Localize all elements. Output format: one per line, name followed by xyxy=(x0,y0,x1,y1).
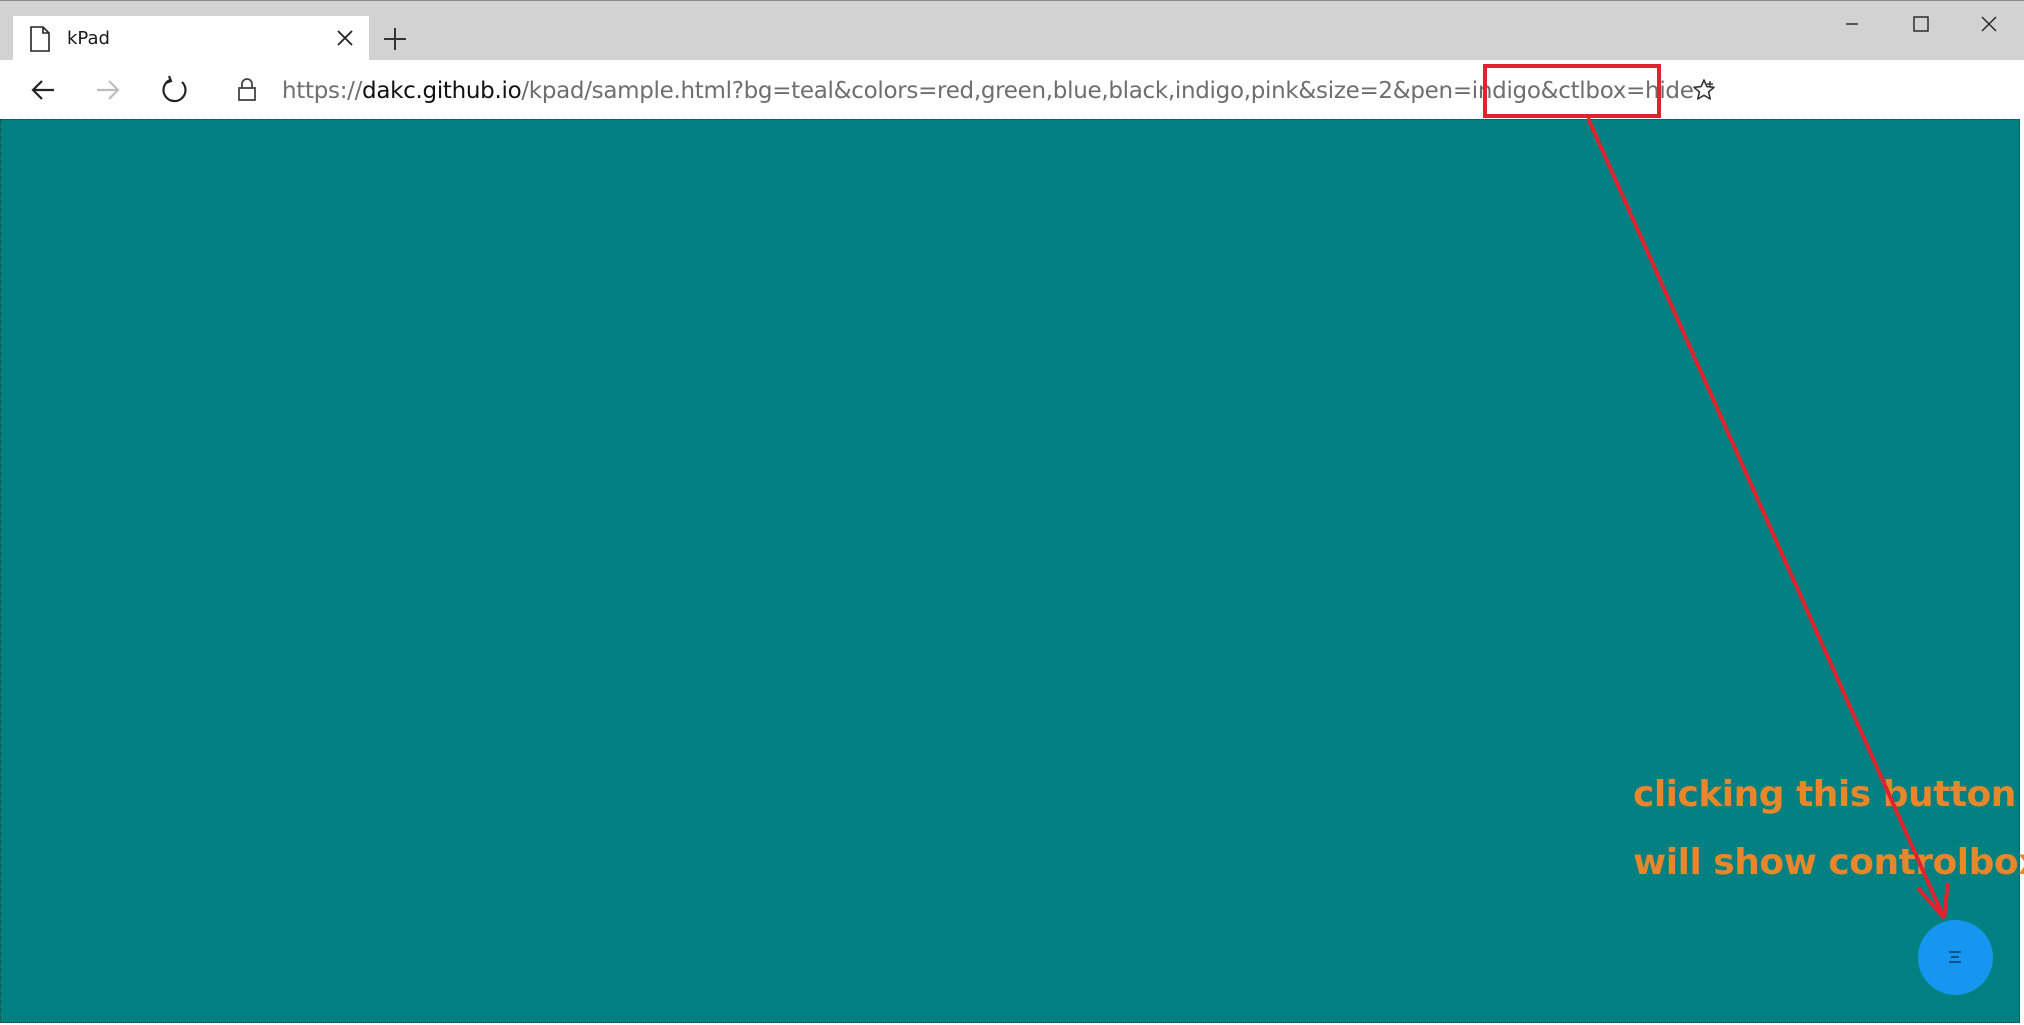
tab-strip: kPad xyxy=(0,0,2024,61)
favorite-star-icon[interactable] xyxy=(1692,78,1716,102)
new-tab-plus-icon[interactable] xyxy=(382,26,408,52)
url-scheme: https:// xyxy=(282,78,363,104)
url-text[interactable]: https://dakc.github.io/kpad/sample.html?… xyxy=(282,78,1694,104)
url-highlight-box xyxy=(1483,64,1661,118)
hamburger-menu-icon xyxy=(1949,951,1961,963)
refresh-icon[interactable] xyxy=(160,75,190,105)
tab-close-icon[interactable] xyxy=(335,28,355,48)
back-arrow-icon[interactable] xyxy=(28,75,58,105)
tab-title: kPad xyxy=(67,28,110,49)
browser-tab[interactable]: kPad xyxy=(13,16,369,61)
annotation-line-1: clicking this button xyxy=(1633,774,2016,815)
url-host: dakc.github.io xyxy=(362,78,522,104)
maximize-icon[interactable] xyxy=(1898,11,1942,37)
page-icon xyxy=(30,26,50,52)
minimize-icon[interactable] xyxy=(1830,11,1874,37)
annotation-line-2: will show controlbox xyxy=(1633,842,2024,883)
window-close-icon[interactable] xyxy=(1966,11,2010,37)
navigation-bar: https://dakc.github.io/kpad/sample.html?… xyxy=(0,60,2024,120)
forward-arrow-icon[interactable] xyxy=(93,75,123,105)
lock-icon xyxy=(238,78,256,101)
kpad-canvas[interactable] xyxy=(0,119,2020,1023)
show-controlbox-button[interactable] xyxy=(1918,920,1993,995)
